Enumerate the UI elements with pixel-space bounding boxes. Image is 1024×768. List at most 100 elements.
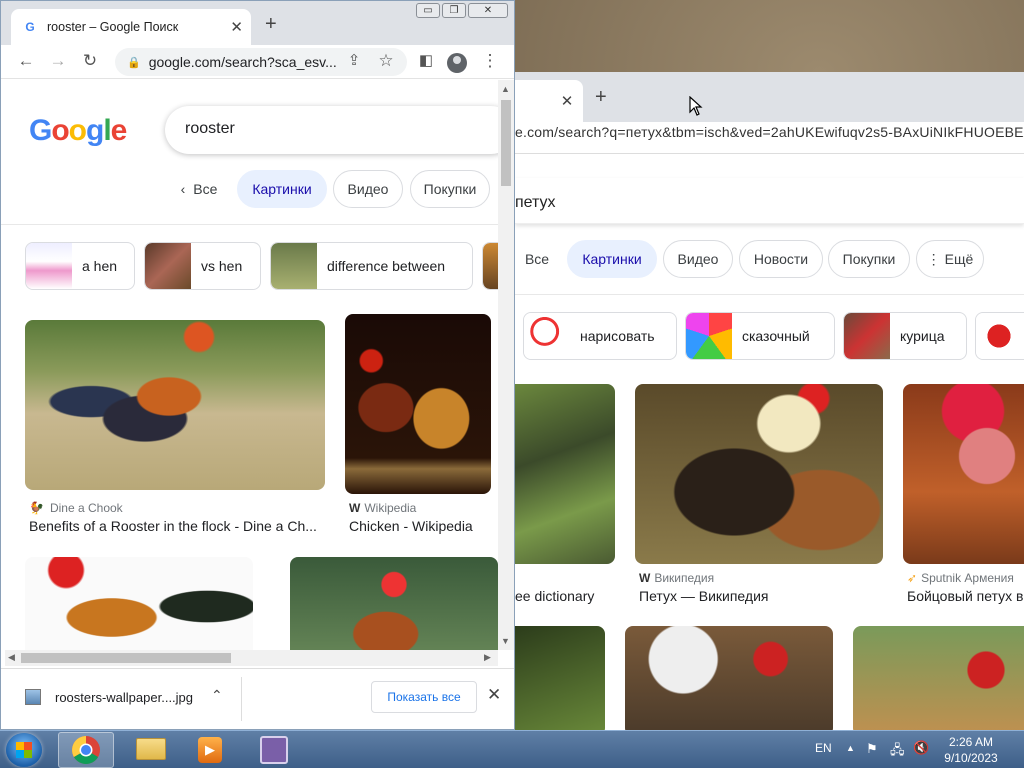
result-source-2[interactable]: W Wikipedia xyxy=(349,501,416,515)
bg-chip-shopping[interactable]: Покупки xyxy=(828,240,910,278)
suggestion-difference-between[interactable]: difference between xyxy=(270,242,473,290)
bg-result-source-2[interactable]: W Википедия xyxy=(639,571,714,585)
bg-result-image-6[interactable] xyxy=(853,626,1024,730)
bg-chip-all[interactable]: Все xyxy=(515,240,559,278)
result-image-3[interactable] xyxy=(25,557,253,650)
bg-search-box[interactable]: петух xyxy=(515,178,1024,224)
suggestion-a-hen[interactable]: a hen xyxy=(25,242,135,290)
download-item[interactable]: roosters-wallpaper....jpg xyxy=(25,689,193,705)
menu-kebab-icon[interactable]: ⋮ xyxy=(479,51,501,71)
volume-muted-icon[interactable]: 🔇 xyxy=(913,740,929,768)
clock-date: 9/10/2023 xyxy=(944,751,998,765)
bg-search-query[interactable]: петух xyxy=(515,194,556,212)
suggestion-label: vs hen xyxy=(201,258,243,274)
language-indicator[interactable]: EN xyxy=(815,741,832,768)
window-close-icon[interactable]: ✕ xyxy=(468,3,508,18)
bg-url-text[interactable]: e.com/search?q=петух&tbm=isch&ved=2ahUKE… xyxy=(515,124,1024,140)
download-bar-close-icon[interactable]: ✕ xyxy=(487,685,501,705)
chip-all[interactable]: ‹ Все xyxy=(173,170,225,208)
result-image-dine-a-chook[interactable] xyxy=(25,320,325,490)
show-all-button[interactable]: Показать все xyxy=(371,681,477,713)
bg-result-source-3[interactable]: ➶ Sputnik Армения xyxy=(907,571,1014,585)
fairy-rooster-thumbnail xyxy=(686,313,732,359)
bg-result-image-4[interactable] xyxy=(515,626,605,730)
new-tab-icon[interactable]: + xyxy=(265,13,277,36)
background-browser-window[interactable]: ✕ + e.com/search?q=петух&tbm=isch&ved=2a… xyxy=(515,72,1024,730)
show-hidden-icons-icon[interactable]: ▲ xyxy=(846,743,855,768)
active-tab[interactable]: G rooster – Google Поиск ✕ xyxy=(11,9,251,45)
restore-icon[interactable]: ❐ xyxy=(442,3,466,18)
back-arrow-icon[interactable]: ← xyxy=(15,51,37,71)
forward-arrow-icon[interactable]: → xyxy=(47,51,69,71)
share-icon[interactable]: ⇪ xyxy=(343,51,365,69)
bg-suggestion-draw[interactable]: нарисовать xyxy=(523,312,677,360)
result-title-1[interactable]: Benefits of a Rooster in the flock - Din… xyxy=(29,518,325,534)
scroll-down-icon[interactable]: ▼ xyxy=(501,636,510,646)
vertical-scroll-thumb[interactable] xyxy=(501,100,511,186)
bg-suggestion-fairy[interactable]: сказочный xyxy=(685,312,835,360)
bg-result-image-2[interactable] xyxy=(635,384,883,564)
system-clock[interactable]: 2:26 AM 9/10/2023 xyxy=(936,734,1006,766)
chip-shopping[interactable]: Покупки xyxy=(410,170,490,208)
lock-icon: 🔒 xyxy=(127,56,141,69)
side-panel-icon[interactable]: ◧ xyxy=(415,51,437,69)
bg-suggestion-more[interactable] xyxy=(975,312,1024,360)
vertical-scrollbar[interactable]: ▲ ▼ xyxy=(498,80,514,650)
tab-close-icon[interactable]: ✕ xyxy=(230,18,243,36)
bg-chip-more[interactable]: ⋮ Ещё xyxy=(916,240,984,278)
window-controls: ▭ ❐ ✕ xyxy=(416,3,508,18)
bg-chip-video[interactable]: Видео xyxy=(663,240,733,278)
rooster-vs-hen-thumbnail xyxy=(145,243,191,289)
result-source-1[interactable]: 🐓 Dine a Chook xyxy=(29,501,123,515)
divider xyxy=(515,294,1024,295)
bg-result-title-3[interactable]: Бойцовый петух в xyxy=(907,588,1024,604)
bg-result-title-2[interactable]: Петух — Википедия xyxy=(639,588,879,604)
bg-result-image-3[interactable] xyxy=(903,384,1024,564)
front-browser-window[interactable]: G rooster – Google Поиск ✕ + ▭ ❐ ✕ ← → ↻… xyxy=(0,0,515,730)
scroll-up-icon[interactable]: ▲ xyxy=(501,84,510,94)
bg-new-tab-icon[interactable]: + xyxy=(595,86,607,109)
bg-chip-images[interactable]: Картинки xyxy=(567,240,657,278)
result-image-4[interactable] xyxy=(290,557,498,650)
profile-avatar-icon[interactable] xyxy=(447,53,467,73)
scroll-left-icon[interactable]: ◀ xyxy=(8,652,15,663)
reload-icon[interactable]: ↻ xyxy=(79,51,101,71)
hen-chart-thumbnail xyxy=(26,243,72,289)
google-logo[interactable]: Google xyxy=(29,114,127,148)
bg-address-bar[interactable]: e.com/search?q=петух&tbm=isch&ved=2ahUKE… xyxy=(515,122,1024,154)
explorer-taskbar-button[interactable] xyxy=(122,732,178,768)
suggestion-vs-hen[interactable]: vs hen xyxy=(144,242,261,290)
horizontal-scroll-thumb[interactable] xyxy=(21,653,231,663)
network-icon[interactable]: 🖧 xyxy=(890,741,905,768)
url-text[interactable]: google.com/search?sca_esv... xyxy=(149,54,337,70)
result-image-wikipedia[interactable] xyxy=(345,314,491,494)
action-center-flag-icon[interactable]: ⚑ xyxy=(866,741,878,768)
bg-result-image-5[interactable] xyxy=(625,626,833,730)
bg-tab[interactable]: ✕ xyxy=(515,80,583,122)
sputnik-icon: ➶ xyxy=(907,571,918,585)
suggestion-more[interactable] xyxy=(482,242,498,290)
result-source-label: Dine a Chook xyxy=(49,501,123,515)
media-player-taskbar-button[interactable]: ▶ xyxy=(182,732,238,768)
chevron-up-icon[interactable]: ⌃ xyxy=(211,687,223,704)
bg-tab-close-icon[interactable]: ✕ xyxy=(559,94,575,110)
scroll-right-icon[interactable]: ▶ xyxy=(484,652,491,663)
horizontal-scrollbar[interactable]: ◀ ▶ xyxy=(5,650,498,666)
app-taskbar-button[interactable] xyxy=(246,732,302,768)
bg-result-title-1[interactable]: ee dictionary xyxy=(515,588,625,604)
search-input[interactable]: rooster xyxy=(165,106,498,154)
start-button[interactable] xyxy=(6,733,42,767)
bg-chip-news[interactable]: Новости xyxy=(739,240,823,278)
chip-images[interactable]: Картинки xyxy=(237,170,327,208)
chip-video[interactable]: Видео xyxy=(333,170,403,208)
bg-result-source-label: Википедия xyxy=(654,571,715,585)
bg-result-image-1[interactable] xyxy=(515,384,615,564)
chrome-taskbar-button[interactable] xyxy=(58,732,114,768)
chevron-left-icon: ‹ xyxy=(180,181,186,197)
bookmark-star-icon[interactable]: ☆ xyxy=(375,51,397,71)
minimize-icon[interactable]: ▭ xyxy=(416,3,440,18)
result-title-2[interactable]: Chicken - Wikipedia xyxy=(349,518,495,534)
bg-suggestion-hen[interactable]: курица xyxy=(843,312,967,360)
bg-tab-strip: ✕ + xyxy=(515,72,1024,122)
wikipedia-icon: W xyxy=(639,571,651,585)
